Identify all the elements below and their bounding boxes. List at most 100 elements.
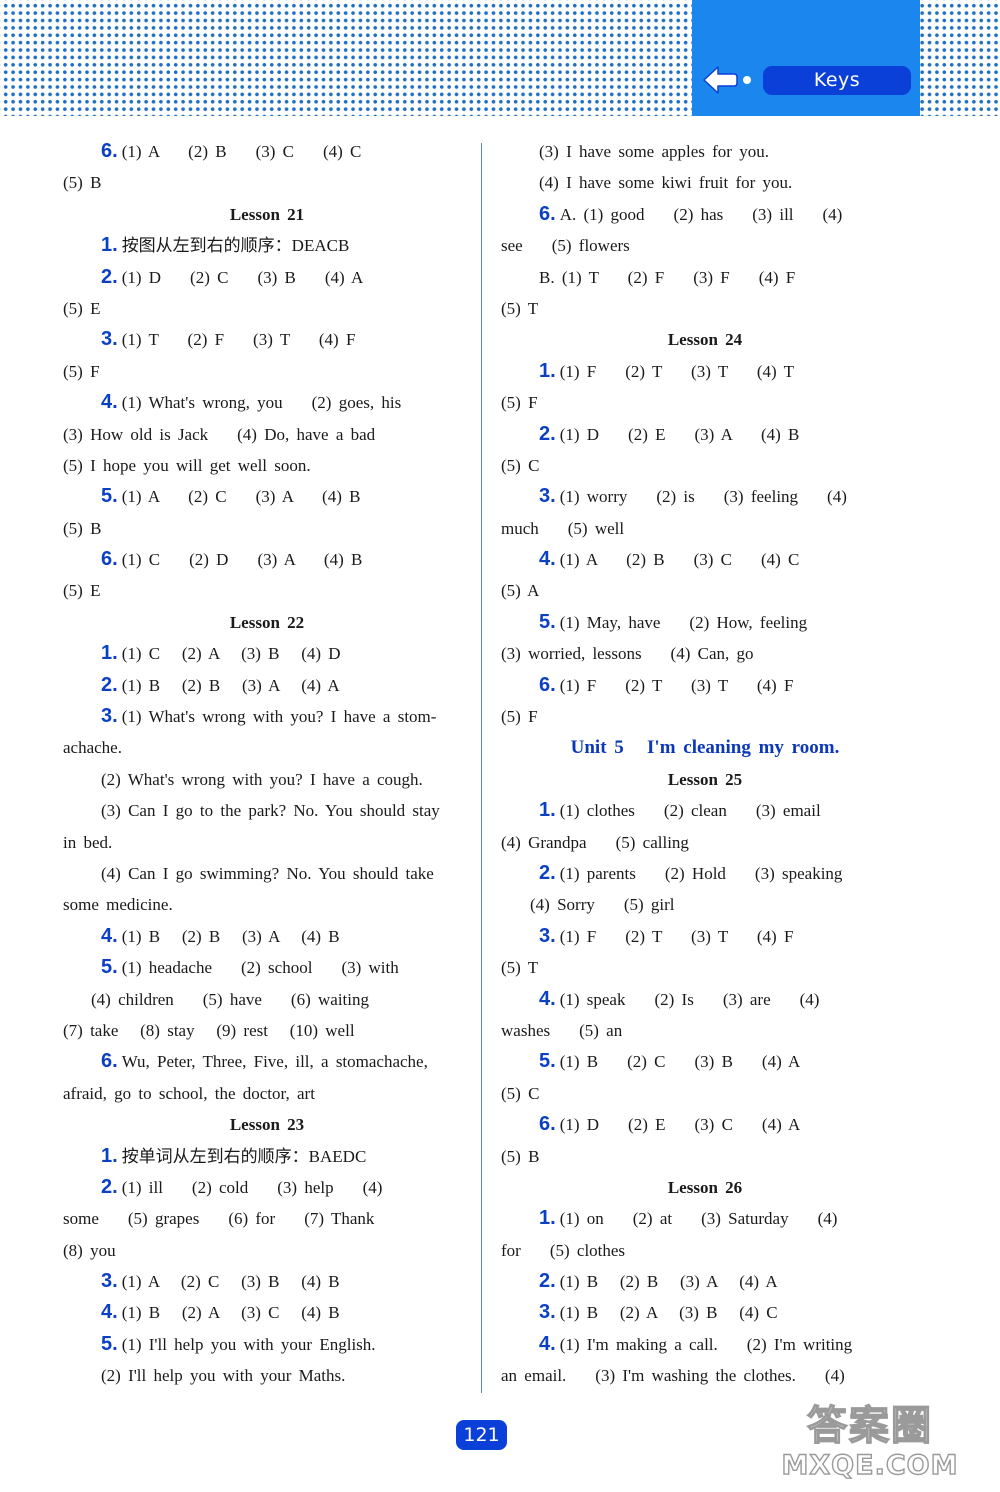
question-number: 2. xyxy=(101,673,118,696)
question-number: 2. xyxy=(101,1175,118,1198)
answer-text: 按单词从左到右的顺序：BAEDC xyxy=(121,1146,367,1166)
answer-continuation: (4) Sorry (5) girl xyxy=(530,895,675,915)
answer-continuation: (5) A xyxy=(501,581,540,601)
answer-continuation: (5) F xyxy=(501,707,538,727)
question-number: 1. xyxy=(101,1144,118,1167)
answer-continuation: (5) T xyxy=(501,958,539,978)
lesson-heading: Lesson 23 xyxy=(229,1115,305,1135)
question-number: 4. xyxy=(101,391,118,414)
question-number: 3. xyxy=(539,1301,556,1324)
answer-item: 6. (1) A (2) B (3) C (4) C xyxy=(63,136,471,167)
answer-text: (1) C (2) A (3) B (4) D xyxy=(121,644,341,664)
question-number: 3. xyxy=(539,924,556,947)
question-number: 5. xyxy=(539,610,556,633)
answer-continuation: (4) I have some kiwi fruit for you. xyxy=(539,173,793,193)
answer-item: 6. A. (1) good (2) has (3) ill (4) xyxy=(501,199,909,230)
answer-item: 4. (1) B (2) A (3) C (4) B xyxy=(63,1297,471,1328)
answer-text: (1) B (2) B (3) A (4) B xyxy=(121,926,340,946)
answer-text: (1) B (2) B (3) A (4) A xyxy=(559,1272,778,1292)
answer-continuation: (4) Can I go swimming? No. You should ta… xyxy=(101,863,434,883)
answer-continuation: (5) C xyxy=(501,455,540,475)
answer-item: 3. (1) F (2) T (3) T (4) F xyxy=(501,921,909,952)
watermark-logo: 答案圈 MXQE.COM xyxy=(745,1402,995,1490)
answer-continuation: (5) E xyxy=(63,581,101,601)
answer-text: (1) clothes (2) clean (3) email xyxy=(559,801,821,821)
question-number: 5. xyxy=(101,1332,118,1355)
answer-continuation: B. (1) T (2) F (3) F (4) F xyxy=(539,267,796,287)
answer-continuation: (5) C xyxy=(501,1083,540,1103)
question-number: 4. xyxy=(539,1332,556,1355)
answer-text: (1) A (2) C (3) A (4) B xyxy=(121,487,361,507)
answer-item: 3. (1) A (2) C (3) B (4) B xyxy=(63,1266,471,1297)
answer-text: (1) A (2) B (3) C (4) C xyxy=(559,550,800,570)
section-tab-panel xyxy=(692,0,920,116)
question-number: 6. xyxy=(101,548,118,571)
question-number: 1. xyxy=(101,642,118,665)
question-number: 4. xyxy=(539,548,556,571)
answer-item: 5. (1) B (2) C (3) B (4) A xyxy=(501,1046,909,1077)
answer-text: (1) B (2) A (3) B (4) C xyxy=(559,1303,778,1323)
unit-heading: Unit 5 I'm cleaning my room. xyxy=(570,737,840,759)
answer-text: (1) D (2) E (3) A (4) B xyxy=(559,424,800,444)
question-number: 1. xyxy=(539,799,556,822)
answer-text: (1) C (2) D (3) A (4) B xyxy=(121,550,363,570)
answer-text: 按图从左到右的顺序：DEACB xyxy=(121,236,350,256)
right-answer-column: (3) I have some apples for you. (4) I hav… xyxy=(501,136,909,1392)
question-number: 4. xyxy=(539,987,556,1010)
column-divider xyxy=(481,143,482,1393)
answer-text: (1) on (2) at (3) Saturday (4) xyxy=(559,1209,838,1229)
answer-item: 2. (1) ill (2) cold (3) help (4) xyxy=(63,1172,471,1203)
answer-item: 5. (1) A (2) C (3) A (4) B xyxy=(63,481,471,512)
question-number: 2. xyxy=(101,265,118,288)
answer-continuation: (5) F xyxy=(63,361,100,381)
lesson-heading: Lesson 22 xyxy=(229,612,305,632)
answer-item: 1. (1) clothes (2) clean (3) email xyxy=(501,795,909,826)
answer-continuation: an email. (3) I'm washing the clothes. (… xyxy=(501,1366,845,1386)
question-number: 3. xyxy=(539,485,556,508)
question-number: 5. xyxy=(101,956,118,979)
answer-item: 6. (1) C (2) D (3) A (4) B xyxy=(63,544,471,575)
answer-continuation: (4) Grandpa (5) calling xyxy=(501,832,689,852)
answer-item: 4. (1) I'm making a call. (2) I'm writing xyxy=(501,1329,909,1360)
answer-item: 3. (1) B (2) A (3) B (4) C xyxy=(501,1297,909,1328)
question-number: 3. xyxy=(101,328,118,351)
answer-text: (1) headache (2) school (3) with xyxy=(121,958,399,978)
answer-continuation: (5) B xyxy=(63,173,102,193)
answer-continuation: (5) B xyxy=(63,518,102,538)
answer-text: (1) worry (2) is (3) feeling (4) xyxy=(559,487,847,507)
answer-continuation: (2) What's wrong with you? I have a coug… xyxy=(101,769,423,789)
section-label-keys: Keys xyxy=(763,66,911,95)
question-number: 2. xyxy=(539,422,556,445)
question-number: 4. xyxy=(101,924,118,947)
answer-continuation: some medicine. xyxy=(63,895,173,915)
answer-continuation: see (5) flowers xyxy=(501,236,630,256)
answer-item: 2. (1) parents (2) Hold (3) speaking xyxy=(501,858,909,889)
question-number: 3. xyxy=(101,705,118,728)
lesson-heading: Lesson 24 xyxy=(667,330,743,350)
answer-text: (1) May, have (2) How, feeling xyxy=(559,612,808,632)
answer-text: (1) I'll help you with your English. xyxy=(121,1334,376,1354)
answer-item: 4. (1) speak (2) Is (3) are (4) xyxy=(501,984,909,1015)
answer-item: 6. (1) D (2) E (3) C (4) A xyxy=(501,1109,909,1140)
answer-text: (1) D (2) C (3) B (4) A xyxy=(121,267,364,287)
answer-item: 2. (1) B (2) B (3) A (4) A xyxy=(63,670,471,701)
answer-continuation: (5) E xyxy=(63,298,101,318)
back-arrow-icon xyxy=(703,66,738,94)
answer-text: (1) parents (2) Hold (3) speaking xyxy=(559,863,843,883)
answer-item: 4. (1) B (2) B (3) A (4) B xyxy=(63,921,471,952)
lesson-heading: Lesson 21 xyxy=(229,204,305,224)
answer-item: 4. (1) A (2) B (3) C (4) C xyxy=(501,544,909,575)
separator-dot-icon xyxy=(743,76,751,84)
page-number: 121 xyxy=(456,1420,507,1450)
answer-continuation: (3) How old is Jack (4) Do, have a bad xyxy=(63,424,376,444)
answer-item: 3. (1) What's wrong with you? I have a st… xyxy=(63,701,471,732)
answer-text: A. (1) good (2) has (3) ill (4) xyxy=(559,204,843,224)
question-number: 6. xyxy=(539,673,556,696)
answer-text: (1) ill (2) cold (3) help (4) xyxy=(121,1177,383,1197)
answer-text: (1) What's wrong, you (2) goes, his xyxy=(121,393,402,413)
answer-item: 1. (1) F (2) T (3) T (4) T xyxy=(501,356,909,387)
answer-text: (1) What's wrong with you? I have a stom… xyxy=(121,707,437,727)
question-number: 1. xyxy=(539,359,556,382)
answer-item: 1. 按图从左到右的顺序：DEACB xyxy=(63,230,471,261)
answer-text: (1) I'm making a call. (2) I'm writing xyxy=(559,1334,853,1354)
